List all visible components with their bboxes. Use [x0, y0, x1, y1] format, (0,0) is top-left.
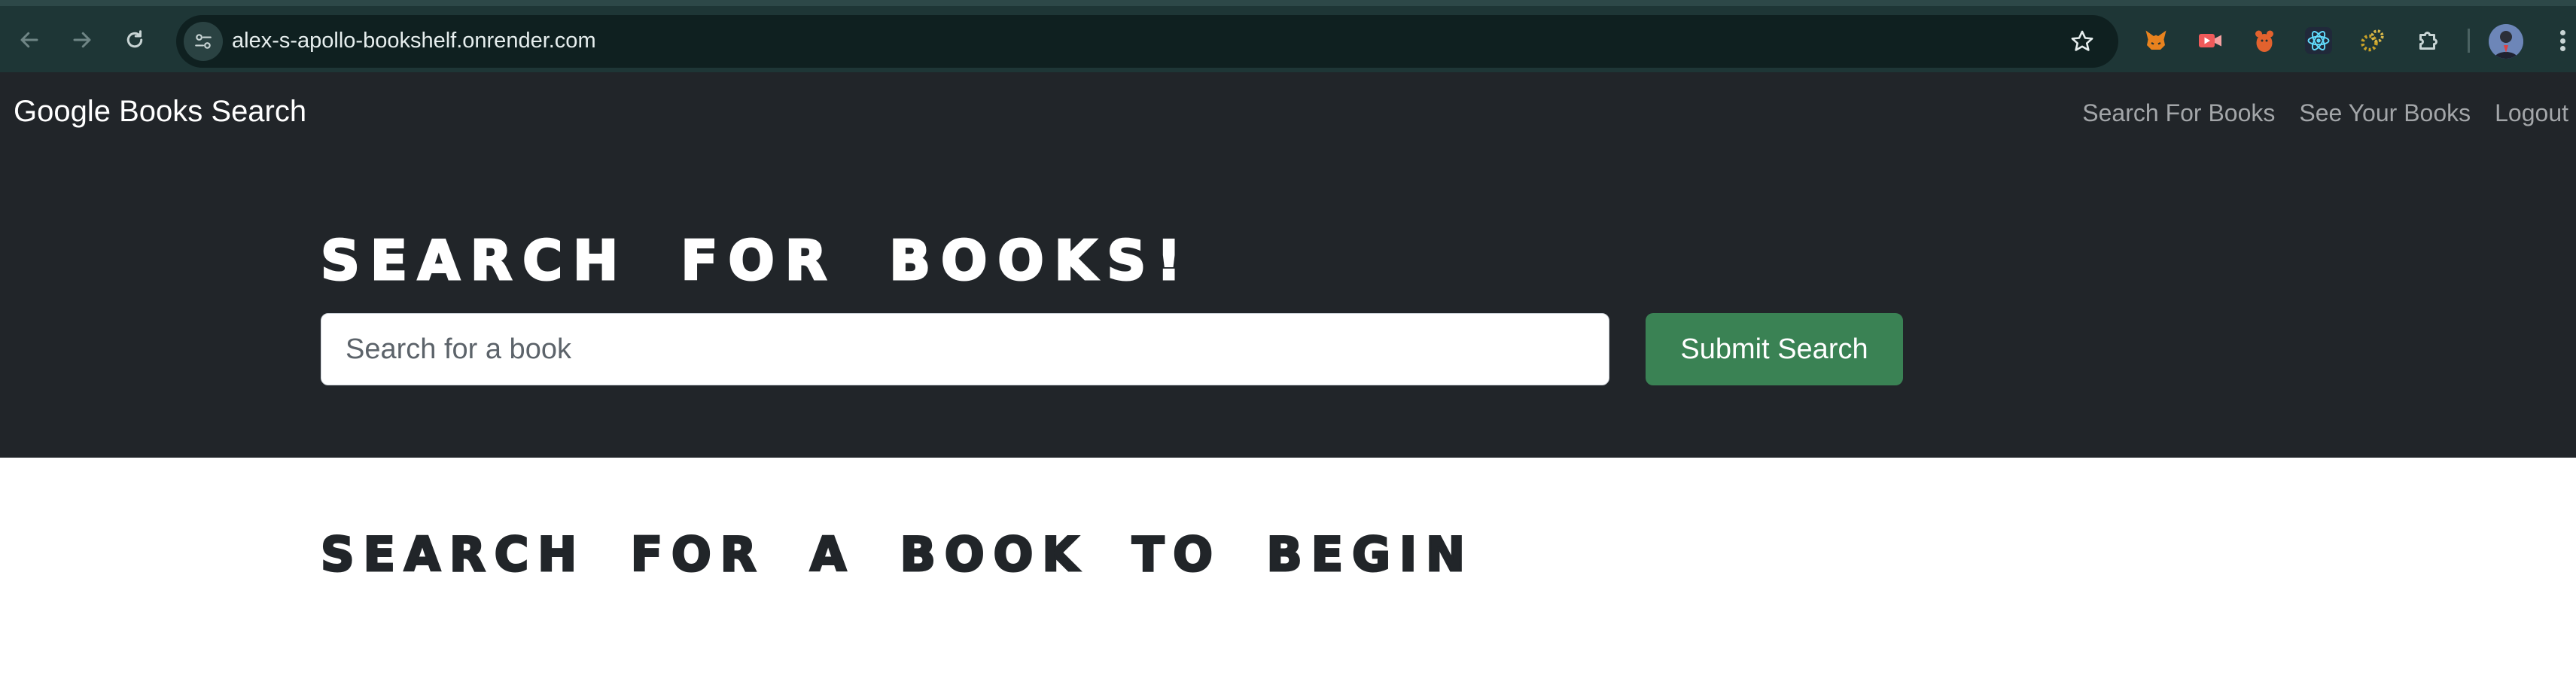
bookmark-star-icon[interactable]	[2067, 26, 2097, 56]
video-play-icon[interactable]	[2195, 26, 2225, 56]
address-bar[interactable]: alex-s-apollo-bookshelf.onrender.com	[176, 15, 2118, 68]
toolbar-divider	[2468, 29, 2470, 53]
submit-search-button[interactable]: Submit Search	[1646, 313, 1903, 385]
nav-see-your-books[interactable]: See Your Books	[2299, 99, 2471, 127]
kebab-menu-icon[interactable]	[2555, 26, 2570, 56]
metamask-fox-icon[interactable]	[2141, 26, 2171, 56]
brand-link[interactable]: Google Books Search	[14, 95, 306, 129]
hero-title: SEARCH FOR BOOKS!	[319, 228, 1192, 294]
back-icon[interactable]	[12, 23, 47, 57]
nav-search-for-books[interactable]: Search For Books	[2082, 99, 2275, 127]
search-hero: SEARCH FOR BOOKS! Submit Search	[0, 157, 2576, 458]
url-text[interactable]: alex-s-apollo-bookshelf.onrender.com	[232, 29, 596, 53]
reload-icon[interactable]	[117, 23, 152, 57]
site-info-icon[interactable]	[184, 22, 223, 61]
cogs-icon[interactable]	[2358, 26, 2388, 56]
nav-links: Search For Books See Your Books Logout	[2082, 99, 2568, 127]
bear-icon[interactable]	[2249, 26, 2279, 56]
navbar: Google Books Search Search For Books See…	[0, 72, 2576, 157]
react-atom-icon[interactable]	[2303, 26, 2334, 56]
puzzle-icon[interactable]	[2413, 26, 2444, 56]
forward-icon[interactable]	[65, 23, 99, 57]
results-heading: SEARCH FOR A BOOK TO BEGIN	[320, 526, 1474, 583]
search-input[interactable]	[321, 313, 1609, 385]
profile-avatar[interactable]	[2489, 24, 2523, 59]
nav-logout[interactable]: Logout	[2495, 99, 2568, 127]
browser-toolbar: alex-s-apollo-bookshelf.onrender.com	[0, 0, 2576, 72]
